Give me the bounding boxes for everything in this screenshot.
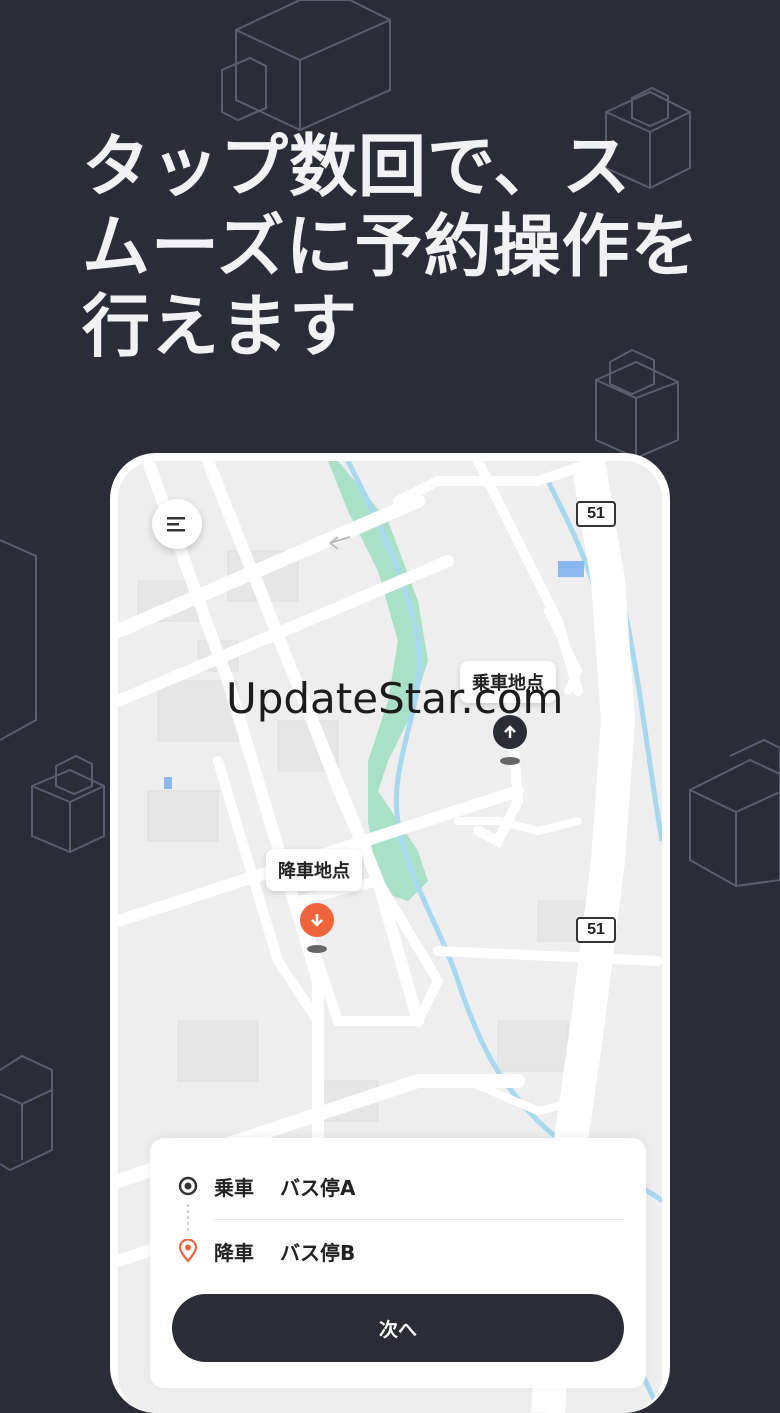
dropoff-row[interactable]: 降車 バス停B — [176, 1231, 355, 1271]
route-shield-bottom: 51 — [576, 917, 616, 943]
dropoff-place: バス停B — [280, 1240, 356, 1265]
dropoff-pin[interactable] — [300, 903, 334, 937]
app-screen: 51 51 乗車地点 降車地点 乗車 バス停A 降車 バス停B 次へ — [118, 461, 662, 1413]
headline: タップ数回で、ス ムーズに予約操作を 行えます — [82, 128, 722, 368]
watermark-text: UpdateStar.com — [226, 674, 564, 723]
route-connector — [187, 1204, 189, 1234]
pickup-place: バス停A — [280, 1175, 356, 1200]
row-divider — [214, 1219, 624, 1220]
next-button[interactable]: 次へ — [172, 1294, 624, 1362]
dropoff-point-label: 降車地点 — [266, 849, 362, 891]
headline-line-3: 行えます — [82, 288, 359, 367]
phone-mockup: 51 51 乗車地点 降車地点 乗車 バス停A 降車 バス停B 次へ — [110, 453, 670, 1413]
pickup-type: 乗車 — [214, 1175, 254, 1200]
dropoff-pin-shadow — [307, 945, 327, 953]
dropoff-type: 降車 — [214, 1240, 254, 1265]
route-summary-sheet: 乗車 バス停A 降車 バス停B 次へ — [150, 1138, 646, 1388]
hamburger-menu-icon — [167, 517, 185, 532]
headline-line-2: ムーズに予約操作を — [82, 208, 700, 287]
location-pin-icon — [176, 1239, 200, 1263]
arrow-up-icon — [504, 725, 516, 738]
pickup-pin-shadow — [500, 757, 520, 765]
route-shield-top: 51 — [576, 501, 616, 527]
menu-button[interactable] — [152, 499, 202, 549]
pickup-target-icon — [176, 1174, 200, 1198]
headline-line-1: タップ数回で、ス — [82, 128, 632, 207]
arrow-down-icon — [311, 914, 323, 927]
pickup-row[interactable]: 乗車 バス停A — [176, 1166, 355, 1206]
